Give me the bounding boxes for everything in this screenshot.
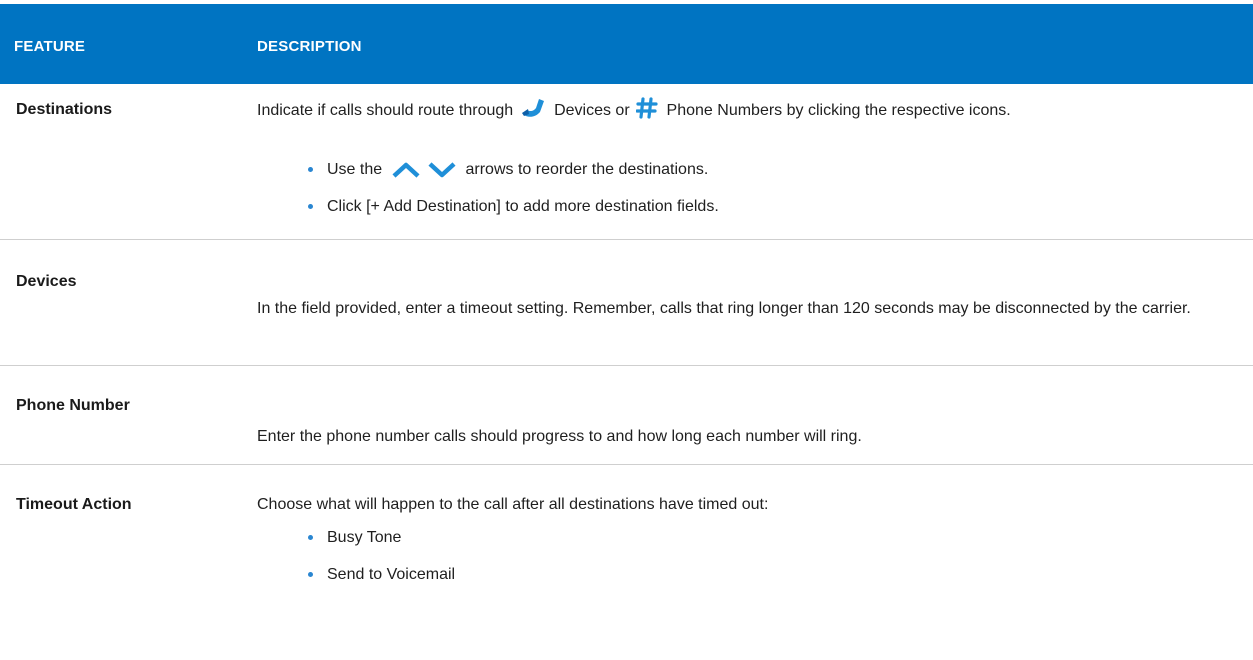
bullet-add-destination: Click [+ Add Destination] to add more de…	[327, 198, 719, 215]
feature-destinations: Destinations	[16, 101, 113, 118]
phone-handset-icon	[520, 97, 546, 127]
chevron-up-icon	[391, 161, 421, 186]
description-timeout-action: Choose what will happen to the call afte…	[257, 496, 769, 513]
chevron-down-icon	[427, 161, 457, 186]
header-feature: FEATURE	[14, 38, 86, 55]
bullet-reorder-after: arrows to reorder the destinations.	[465, 161, 709, 178]
desc-text-3: Phone Numbers by clicking the respective…	[666, 102, 1011, 119]
bullet-send-to-voicemail: Send to Voicemail	[327, 566, 456, 583]
hash-icon	[635, 97, 658, 127]
bullet-busy-tone: Busy Tone	[327, 529, 402, 546]
table-row-phone-number: Phone Number Enter the phone number call…	[0, 365, 1253, 465]
desc-text-1: Indicate if calls should route through	[257, 102, 514, 119]
feature-devices: Devices	[16, 273, 77, 290]
table-row-devices: Devices In the field provided, enter a t…	[0, 239, 1253, 366]
bullet-reorder: Use the arrows to reorder the destinatio…	[327, 157, 708, 186]
bullet-reorder-before: Use the	[327, 161, 383, 178]
bullet-dot	[308, 167, 313, 172]
description-destinations: Indicate if calls should route through D…	[257, 97, 1217, 127]
bullet-dot	[308, 204, 313, 209]
header-description: DESCRIPTION	[257, 38, 362, 55]
table-header: FEATURE DESCRIPTION	[0, 4, 1253, 84]
description-phone-number: Enter the phone number calls should prog…	[257, 428, 862, 445]
table-row-destinations: Destinations Indicate if calls should ro…	[0, 84, 1253, 240]
bullet-dot	[308, 535, 313, 540]
table-row-timeout-action: Timeout Action Choose what will happen t…	[0, 464, 1253, 634]
feature-table: FEATURE DESCRIPTION Destinations Indicat…	[0, 4, 1253, 583]
feature-phone-number: Phone Number	[16, 397, 130, 414]
bullet-dot	[308, 572, 313, 577]
feature-timeout-action: Timeout Action	[16, 496, 132, 513]
description-devices: In the field provided, enter a timeout s…	[257, 300, 1191, 317]
desc-text-2: Devices or	[554, 102, 630, 119]
